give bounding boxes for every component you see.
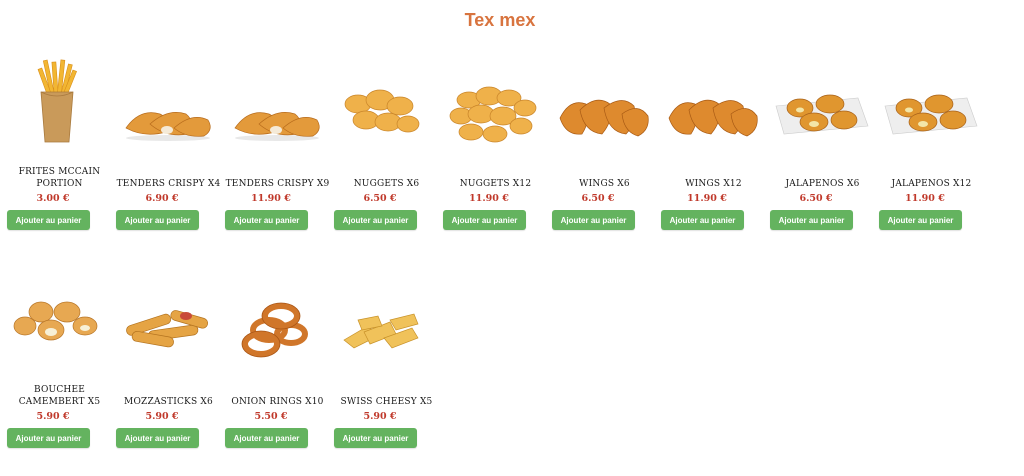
product-price: 5.90 € xyxy=(145,411,179,422)
product-card: FRITES MCCAIN PORTION 3.00 € Ajouter au … xyxy=(5,58,114,258)
product-price: 5.50 € xyxy=(254,411,288,422)
product-price: 6.50 € xyxy=(799,193,833,204)
product-card: TENDERS CRISPY X4 6.90 € Ajouter au pani… xyxy=(114,58,223,258)
product-name: FRITES MCCAIN PORTION xyxy=(18,167,101,189)
tenders-icon[interactable] xyxy=(229,58,325,144)
add-to-cart-button[interactable]: Ajouter au panier xyxy=(661,210,744,230)
product-price: 11.90 € xyxy=(251,193,291,204)
add-to-cart-button[interactable]: Ajouter au panier xyxy=(334,210,417,230)
product-name: NUGGETS X6 xyxy=(353,179,420,189)
product-price: 5.90 € xyxy=(36,411,70,422)
product-name: JALAPENOS X6 xyxy=(785,179,860,189)
add-to-cart-button[interactable]: Ajouter au panier xyxy=(116,428,199,448)
add-to-cart-button[interactable]: Ajouter au panier xyxy=(334,428,417,448)
product-card: MOZZASTICKS X6 5.90 € Ajouter au panier xyxy=(114,276,223,476)
nuggets-icon[interactable] xyxy=(447,58,543,144)
product-card: WINGS X6 6.50 € Ajouter au panier xyxy=(550,58,659,258)
product-card: NUGGETS X6 6.50 € Ajouter au panier xyxy=(332,58,441,258)
swiss-cheesy-icon[interactable] xyxy=(338,276,434,362)
product-price: 6.90 € xyxy=(145,193,179,204)
tenders-icon[interactable] xyxy=(120,58,216,144)
product-name: WINGS X12 xyxy=(685,179,742,189)
mozzasticks-icon[interactable] xyxy=(120,276,216,362)
product-name: BOUCHEE CAMEMBERT X5 xyxy=(18,385,101,407)
product-price: 11.90 € xyxy=(687,193,727,204)
add-to-cart-button[interactable]: Ajouter au panier xyxy=(7,210,90,230)
product-name: NUGGETS X12 xyxy=(459,179,532,189)
add-to-cart-button[interactable]: Ajouter au panier xyxy=(225,428,308,448)
add-to-cart-button[interactable]: Ajouter au panier xyxy=(770,210,853,230)
product-price: 5.90 € xyxy=(363,411,397,422)
nuggets-icon[interactable] xyxy=(338,58,434,144)
onion-rings-icon[interactable] xyxy=(229,276,325,362)
wings-icon[interactable] xyxy=(556,58,652,144)
product-name: TENDERS CRISPY X4 xyxy=(116,179,221,189)
product-card: ONION RINGS X10 5.50 € Ajouter au panier xyxy=(223,276,332,476)
wings-icon[interactable] xyxy=(665,58,761,144)
product-card: WINGS X12 11.90 € Ajouter au panier xyxy=(659,58,768,258)
product-name: JALAPENOS X12 xyxy=(891,179,972,189)
fries-icon[interactable] xyxy=(11,58,107,144)
add-to-cart-button[interactable]: Ajouter au panier xyxy=(552,210,635,230)
product-name: ONION RINGS X10 xyxy=(231,397,324,407)
camembert-bites-icon[interactable] xyxy=(11,276,107,362)
product-name: WINGS X6 xyxy=(579,179,630,189)
product-name: SWISS CHEESY X5 xyxy=(340,397,433,407)
product-card: TENDERS CRISPY X9 11.90 € Ajouter au pan… xyxy=(223,58,332,258)
add-to-cart-button[interactable]: Ajouter au panier xyxy=(7,428,90,448)
product-card: JALAPENOS X12 11.90 € Ajouter au panier xyxy=(877,58,986,258)
product-grid: FRITES MCCAIN PORTION 3.00 € Ajouter au … xyxy=(0,0,1024,468)
product-price: 11.90 € xyxy=(469,193,509,204)
product-price: 6.50 € xyxy=(581,193,615,204)
product-price: 11.90 € xyxy=(905,193,945,204)
add-to-cart-button[interactable]: Ajouter au panier xyxy=(879,210,962,230)
product-card: BOUCHEE CAMEMBERT X5 5.90 € Ajouter au p… xyxy=(5,276,114,476)
jalapenos-icon[interactable] xyxy=(883,58,979,144)
add-to-cart-button[interactable]: Ajouter au panier xyxy=(225,210,308,230)
jalapenos-icon[interactable] xyxy=(774,58,870,144)
product-card: SWISS CHEESY X5 5.90 € Ajouter au panier xyxy=(332,276,441,476)
add-to-cart-button[interactable]: Ajouter au panier xyxy=(443,210,526,230)
product-price: 3.00 € xyxy=(36,193,70,204)
product-name: TENDERS CRISPY X9 xyxy=(225,179,330,189)
product-card: JALAPENOS X6 6.50 € Ajouter au panier xyxy=(768,58,877,258)
product-card: NUGGETS X12 11.90 € Ajouter au panier xyxy=(441,58,550,258)
add-to-cart-button[interactable]: Ajouter au panier xyxy=(116,210,199,230)
product-name: MOZZASTICKS X6 xyxy=(124,397,213,407)
product-price: 6.50 € xyxy=(363,193,397,204)
